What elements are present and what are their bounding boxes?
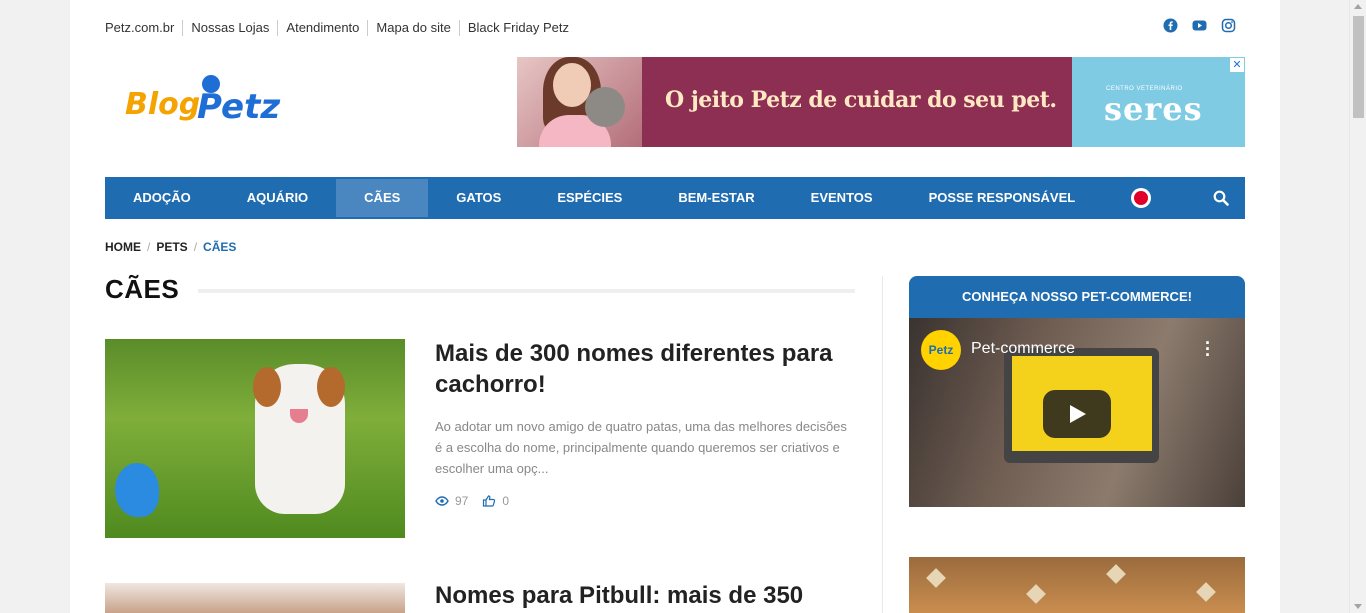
play-button[interactable] (1043, 390, 1111, 438)
breadcrumb-pets[interactable]: PETS (156, 240, 187, 254)
mascot-icon (115, 463, 159, 517)
top-link-mapa[interactable]: Mapa do site (367, 20, 458, 36)
top-link-lojas[interactable]: Nossas Lojas (182, 20, 277, 36)
nav-item-posse-responsavel[interactable]: POSSE RESPONSÁVEL (901, 179, 1104, 217)
svg-text:Petz: Petz (197, 87, 280, 127)
view-count: 97 (455, 494, 469, 508)
pinterest-icon[interactable] (1131, 188, 1152, 208)
banner-photo (517, 57, 642, 147)
scrollbar-thumb[interactable] (1353, 16, 1364, 118)
top-links: Petz.com.br Nossas Lojas Atendimento Map… (105, 20, 577, 36)
top-link-petz[interactable]: Petz.com.br (105, 20, 182, 36)
breadcrumb-current: CÃES (203, 240, 237, 254)
breadcrumb: HOME / PETS / CÃES (105, 240, 237, 254)
nav-item-caes[interactable]: CÃES (336, 179, 429, 217)
nav-item-aquario[interactable]: AQUÁRIO (219, 179, 336, 217)
close-icon[interactable]: ✕ (1230, 58, 1244, 72)
post-title[interactable]: Mais de 300 nomes diferentes para cachor… (435, 338, 855, 400)
title-divider (198, 289, 855, 293)
breadcrumb-home[interactable]: HOME (105, 240, 141, 254)
scroll-up-icon[interactable] (1354, 4, 1362, 9)
scrollbar[interactable] (1349, 0, 1366, 613)
video-title[interactable]: Pet-commerce (971, 340, 1075, 358)
post-thumbnail[interactable] (105, 583, 405, 613)
blog-petz-logo[interactable]: Blog Petz (125, 72, 290, 134)
like-count: 0 (502, 494, 510, 508)
scroll-down-icon[interactable] (1354, 604, 1362, 609)
post-excerpt: Ao adotar um novo amigo de quatro patas,… (435, 419, 847, 476)
top-link-atendimento[interactable]: Atendimento (277, 20, 367, 36)
ad-banner[interactable]: O jeito Petz de cuidar do seu pet. CENTR… (517, 57, 1245, 147)
social-links (1163, 18, 1236, 33)
column-divider (882, 276, 883, 613)
nav-item-gatos[interactable]: GATOS (428, 179, 529, 217)
page-title: CÃES (105, 274, 180, 304)
post-title[interactable]: Nomes para Pitbull: mais de 350 (435, 582, 803, 610)
thumbs-up-icon[interactable] (482, 495, 496, 507)
widget-title: CONHEÇA NOSSO PET-COMMERCE! (909, 276, 1245, 318)
cat-image (585, 87, 625, 127)
instagram-icon[interactable] (1221, 18, 1236, 33)
nav-item-eventos[interactable]: EVENTOS (783, 179, 901, 217)
promo-image[interactable] (909, 557, 1245, 613)
video-embed[interactable]: Petz Pet-commerce · · · (909, 318, 1245, 507)
seres-brand: CENTRO VETERINÁRIO seres (1072, 57, 1245, 147)
nav-item-bem-estar[interactable]: BEM-ESTAR (650, 179, 782, 217)
banner-headline: O jeito Petz de cuidar do seu pet. (665, 87, 1057, 113)
channel-logo[interactable]: Petz (921, 330, 961, 370)
top-link-black-friday[interactable]: Black Friday Petz (458, 20, 577, 36)
facebook-icon[interactable] (1163, 18, 1178, 33)
page: Petz.com.br Nossas Lojas Atendimento Map… (70, 0, 1280, 613)
nav-item-adocao[interactable]: ADOÇÃO (105, 179, 219, 217)
eye-icon (435, 495, 449, 507)
nav-item-especies[interactable]: ESPÉCIES (529, 179, 650, 217)
main-nav: ADOÇÃO AQUÁRIO CÃES GATOS ESPÉCIES BEM-E… (105, 177, 1245, 219)
svg-text:Blog: Blog (125, 87, 200, 122)
youtube-icon[interactable] (1192, 18, 1207, 33)
more-options-icon[interactable]: · · · (1205, 334, 1211, 364)
search-icon[interactable] (1213, 190, 1229, 206)
post-thumbnail[interactable] (105, 339, 405, 538)
post-meta: 97 0 (435, 494, 509, 508)
